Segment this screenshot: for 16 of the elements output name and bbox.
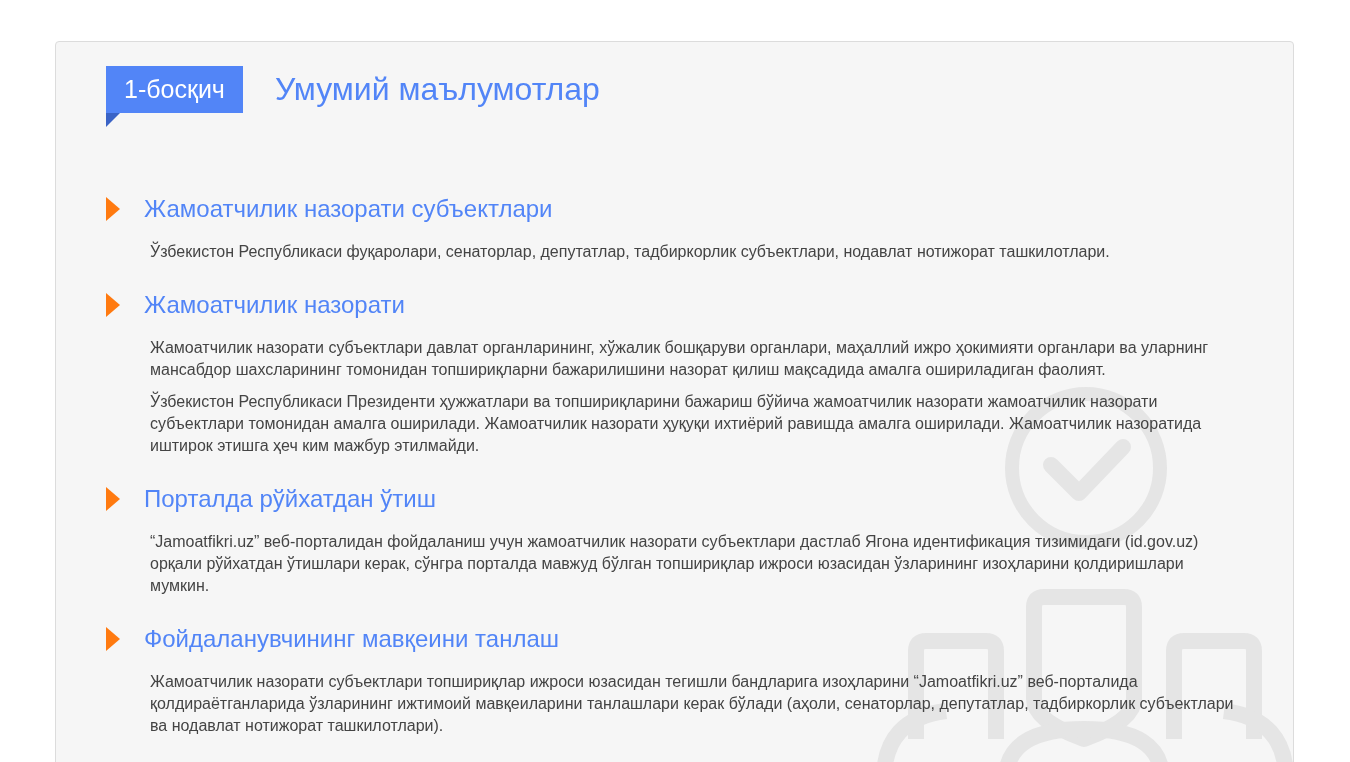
section-heading: Фойдаланувчининг мавқеини танлаш [144, 624, 559, 654]
section-heading: Жамоатчилик назорати [144, 290, 405, 320]
section-heading: Жамоатчилик назорати субъектлари [144, 194, 553, 224]
triangle-bullet-icon [106, 627, 120, 651]
section-paragraph: Жамоатчилик назорати субъектлари топшириқлар ижроси юзасидан тегишли бандларига изоҳларини “Jamoatfikri.uz” веб-порталида қолдираётганларида ўзларининг ижтимоий мавқеиларини танлашлари керак бўлади (аҳоли, сенаторлар, депутатлар, тадбиркорлик субъектлари ва нодавлат нотижорат ташкилотлари). [150, 672, 1235, 736]
section-paragraph: Жамоатчилик назорати субъектлари давлат органларининг, хўжалик бошқаруви органлари, маҳаллий ижро ҳокимияти органлари ва уларнинг мансабдор шахсларининг томонидан топшириқларни бажарилишини назорат қилиш мақсадида амалга ошириладиган фаолият. [150, 338, 1210, 380]
section-heading: Порталда рўйхатдан ўтиш [144, 484, 436, 514]
step-badge: 1-босқич [106, 66, 243, 113]
step-title: Умумий маълумотлар [274, 70, 600, 109]
triangle-bullet-icon [106, 293, 120, 317]
badge-fold-icon [106, 113, 120, 127]
triangle-bullet-icon [106, 197, 120, 221]
section-paragraph: “Jamoatfikri.uz” веб-порталидан фойдаланиш учун жамоатчилик назорати субъектлари дастлаб Ягона идентификация тизимидаги (id.gov.uz) орқали рўйхатдан ўтишлари керак, сўнгра порталда мавжуд бўлган топшириқлар ижроси юзасидан ўзларининг изоҳларини қолдиришлари мумкин. [150, 532, 1200, 596]
section-paragraph: Ўзбекистон Республикаси Президенти ҳужжатлари ва топшириқларини бажариш бўйича жамоатчилик назорати жамоатчилик назорати субъектлари томонидан амалга оширилади. Жамоатчилик назорати ҳуқуқи ихтиёрий равишда амалга оширилади. Жамоатчилик назоратида иштирок этишга ҳеч ким мажбур этилмайди. [150, 391, 1203, 456]
triangle-bullet-icon [106, 487, 120, 511]
section-paragraph: Ўзбекистон Республикаси фуқаролари, сенаторлар, депутатлар, тадбиркорлик субъектлари, нодавлат нотижорат ташкилотлари. [150, 241, 1111, 262]
